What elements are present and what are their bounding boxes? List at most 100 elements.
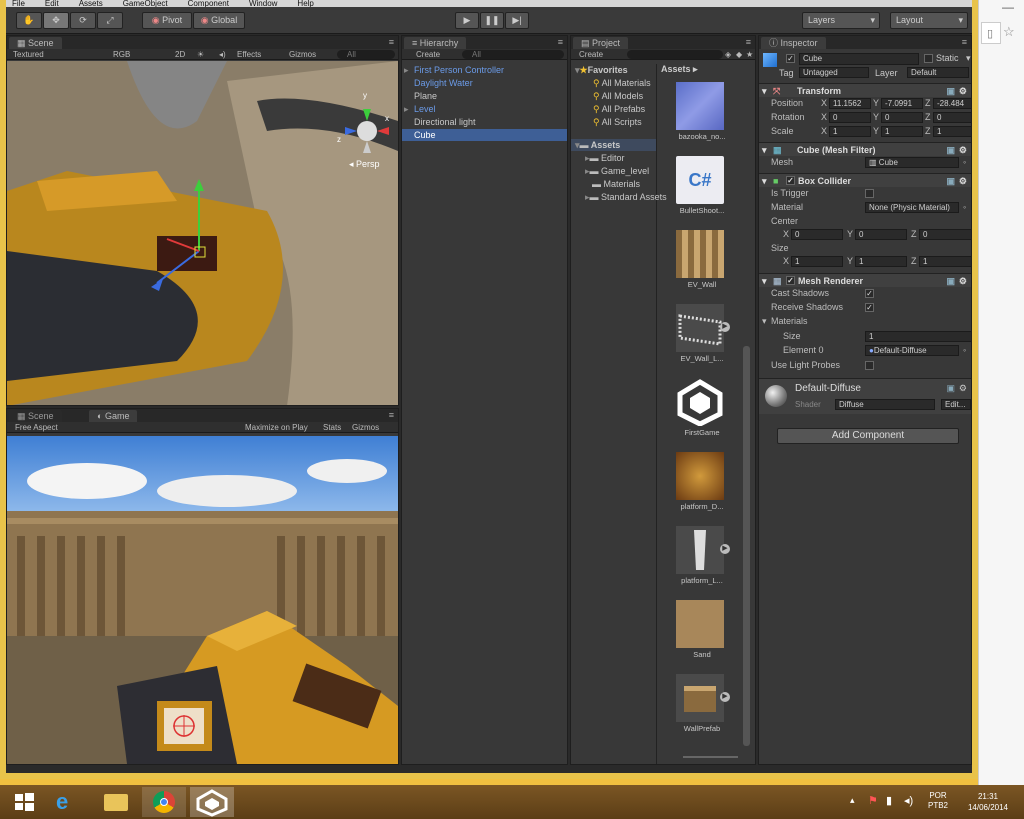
filter-label-icon[interactable]: ◆	[736, 49, 742, 60]
expand-arrow-icon[interactable]: ▸	[404, 103, 409, 115]
object-picker-icon[interactable]: ◦	[963, 201, 966, 214]
transform-header[interactable]: ▾ ⤧ Transform ▣ ⚙	[759, 83, 971, 97]
window-minimize-icon[interactable]: —	[991, 0, 1024, 18]
rotation-z-field[interactable]: 0	[933, 112, 971, 123]
foldout-arrow-icon[interactable]: ▾	[762, 84, 767, 98]
object-picker-icon[interactable]: ◦	[963, 344, 966, 357]
mesh-field[interactable]: ▥ Cube	[865, 157, 959, 168]
position-z-field[interactable]: -28.484	[933, 98, 971, 109]
shading-mode-dropdown[interactable]: Textured	[13, 49, 44, 60]
tab-game[interactable]: ◐ Game	[89, 410, 138, 422]
asset-tile[interactable]: ▶ platform_L...	[674, 526, 730, 588]
materials-row[interactable]: ▾ Materials	[759, 315, 971, 328]
asset-tile[interactable]: FirstGame	[674, 378, 728, 440]
folder-item[interactable]: ▸▬ Standard Assets	[571, 191, 667, 203]
expand-model-icon[interactable]: ▶	[720, 544, 730, 554]
language-indicator[interactable]: POR PTB2	[924, 791, 952, 811]
foldout-arrow-icon[interactable]: ▾	[762, 274, 767, 288]
hand-tool-button[interactable]: ✋	[16, 12, 42, 29]
aspect-dropdown[interactable]: Free Aspect	[15, 422, 58, 433]
hierarchy-create-dropdown[interactable]: Create	[416, 49, 440, 60]
scale-y-field[interactable]: 1	[881, 126, 923, 137]
project-search-input[interactable]	[627, 50, 723, 59]
menu-window[interactable]: Window	[249, 0, 277, 7]
project-create-dropdown[interactable]: Create	[579, 49, 603, 60]
position-x-field[interactable]: 11.1562	[829, 98, 871, 109]
scale-z-field[interactable]: 1	[933, 126, 971, 137]
panel-menu-icon[interactable]: ≡	[389, 37, 394, 47]
unity-taskbar-button[interactable]	[190, 787, 234, 817]
center-z-field[interactable]: 0	[919, 229, 971, 240]
static-dropdown-icon[interactable]: ▾	[966, 53, 971, 64]
scale-x-field[interactable]: 1	[829, 126, 871, 137]
mesh-renderer-enabled-checkbox[interactable]: ✓	[786, 276, 795, 285]
project-breadcrumb[interactable]: Assets ▸	[661, 64, 698, 75]
favorite-item[interactable]: ⚲ All Models	[571, 90, 656, 102]
asset-tile[interactable]: platform_D...	[674, 452, 728, 514]
expand-model-icon[interactable]: ▶	[720, 692, 730, 702]
asset-tile[interactable]: C# BulletShoot...	[674, 156, 728, 218]
stats-toggle[interactable]: Stats	[323, 422, 341, 433]
size-x-field[interactable]: 1	[791, 256, 843, 267]
mesh-filter-header[interactable]: ▾ ▦ Cube (Mesh Filter) ▣ ⚙	[759, 142, 971, 156]
scene-viewport[interactable]: y x z ◂ Persp	[7, 61, 398, 405]
help-icon[interactable]: ▣	[946, 383, 955, 394]
hierarchy-search-input[interactable]: All	[462, 50, 564, 59]
folder-item[interactable]: ▸▬ Editor	[571, 152, 656, 164]
action-center-flag-icon[interactable]: ⚑	[868, 794, 878, 807]
asset-tile[interactable]: ▶ EV_Wall_L...	[674, 304, 730, 366]
layers-dropdown[interactable]: Layers ▾	[802, 12, 880, 29]
thumbnail-size-slider[interactable]	[683, 756, 738, 758]
center-y-field[interactable]: 0	[855, 229, 907, 240]
box-collider-header[interactable]: ▾ ■ ✓ Box Collider ▣ ⚙	[759, 173, 971, 187]
volume-icon[interactable]: ◂)	[904, 794, 913, 807]
layer-dropdown[interactable]: Default	[907, 67, 969, 78]
hierarchy-item-level[interactable]: ▸ Level	[402, 103, 567, 115]
help-icon[interactable]: ▣	[946, 84, 955, 98]
center-x-field[interactable]: 0	[791, 229, 843, 240]
expand-model-icon[interactable]: ▶	[720, 322, 730, 332]
file-explorer-taskbar-button[interactable]	[94, 787, 138, 817]
menu-file[interactable]: File	[12, 0, 25, 7]
asset-tile[interactable]: bazooka_no...	[674, 82, 728, 144]
tab-scene[interactable]: ▦ Scene	[9, 37, 62, 49]
box-collider-enabled-checkbox[interactable]: ✓	[786, 176, 795, 185]
hierarchy-item-directional-light[interactable]: Directional light	[402, 116, 567, 128]
folder-item[interactable]: ▬ Materials	[571, 178, 656, 190]
panel-menu-icon[interactable]: ≡	[558, 37, 563, 47]
pause-button[interactable]: ❚❚	[480, 12, 504, 29]
rotate-tool-button[interactable]: ⟳	[70, 12, 96, 29]
filter-type-icon[interactable]: ◈	[725, 49, 731, 60]
effects-dropdown[interactable]: Effects	[237, 49, 261, 60]
favorite-item[interactable]: ⚲ All Scripts	[571, 116, 656, 128]
foldout-arrow-icon[interactable]: ▾	[762, 315, 767, 328]
object-picker-icon[interactable]: ◦	[963, 156, 966, 169]
help-icon[interactable]: ▣	[946, 274, 955, 288]
tab-inspector[interactable]: ⓘ Inspector	[761, 37, 826, 49]
2d-toggle[interactable]: 2D	[175, 49, 185, 60]
internet-explorer-taskbar-button[interactable]: e	[46, 787, 90, 817]
favorite-item[interactable]: ⚲ All Prefabs	[571, 103, 656, 115]
game-viewport[interactable]	[7, 436, 398, 764]
position-y-field[interactable]: -7.0991	[881, 98, 923, 109]
gear-icon[interactable]: ⚙	[959, 84, 967, 98]
scene-gizmos-dropdown[interactable]: Gizmos	[289, 49, 316, 60]
step-button[interactable]: ▶|	[505, 12, 529, 29]
hierarchy-item-daylight-water[interactable]: Daylight Water	[402, 77, 567, 89]
lighting-toggle-icon[interactable]: ☀	[197, 49, 204, 60]
persp-label[interactable]: ◂ Persp	[349, 159, 380, 170]
layout-dropdown[interactable]: Layout ▾	[890, 12, 968, 29]
size-z-field[interactable]: 1	[919, 256, 971, 267]
menu-assets[interactable]: Assets	[79, 0, 103, 7]
pivot-toggle[interactable]: ◉ Pivot	[142, 12, 192, 29]
shader-edit-button[interactable]: Edit...	[941, 399, 971, 410]
tab-hierarchy[interactable]: ≡ Hierarchy	[404, 37, 467, 49]
mesh-renderer-header[interactable]: ▾ ▦ ✓ Mesh Renderer ▣ ⚙	[759, 273, 971, 287]
global-toggle[interactable]: ◉ Global	[193, 12, 245, 29]
tab-project[interactable]: ▤ Project	[573, 37, 629, 49]
foldout-arrow-icon[interactable]: ▾	[762, 143, 767, 157]
audio-toggle-icon[interactable]: ◂)	[219, 49, 226, 60]
menu-edit[interactable]: Edit	[45, 0, 59, 7]
rotation-y-field[interactable]: 0	[881, 112, 923, 123]
hierarchy-item-plane[interactable]: Plane	[402, 90, 567, 102]
